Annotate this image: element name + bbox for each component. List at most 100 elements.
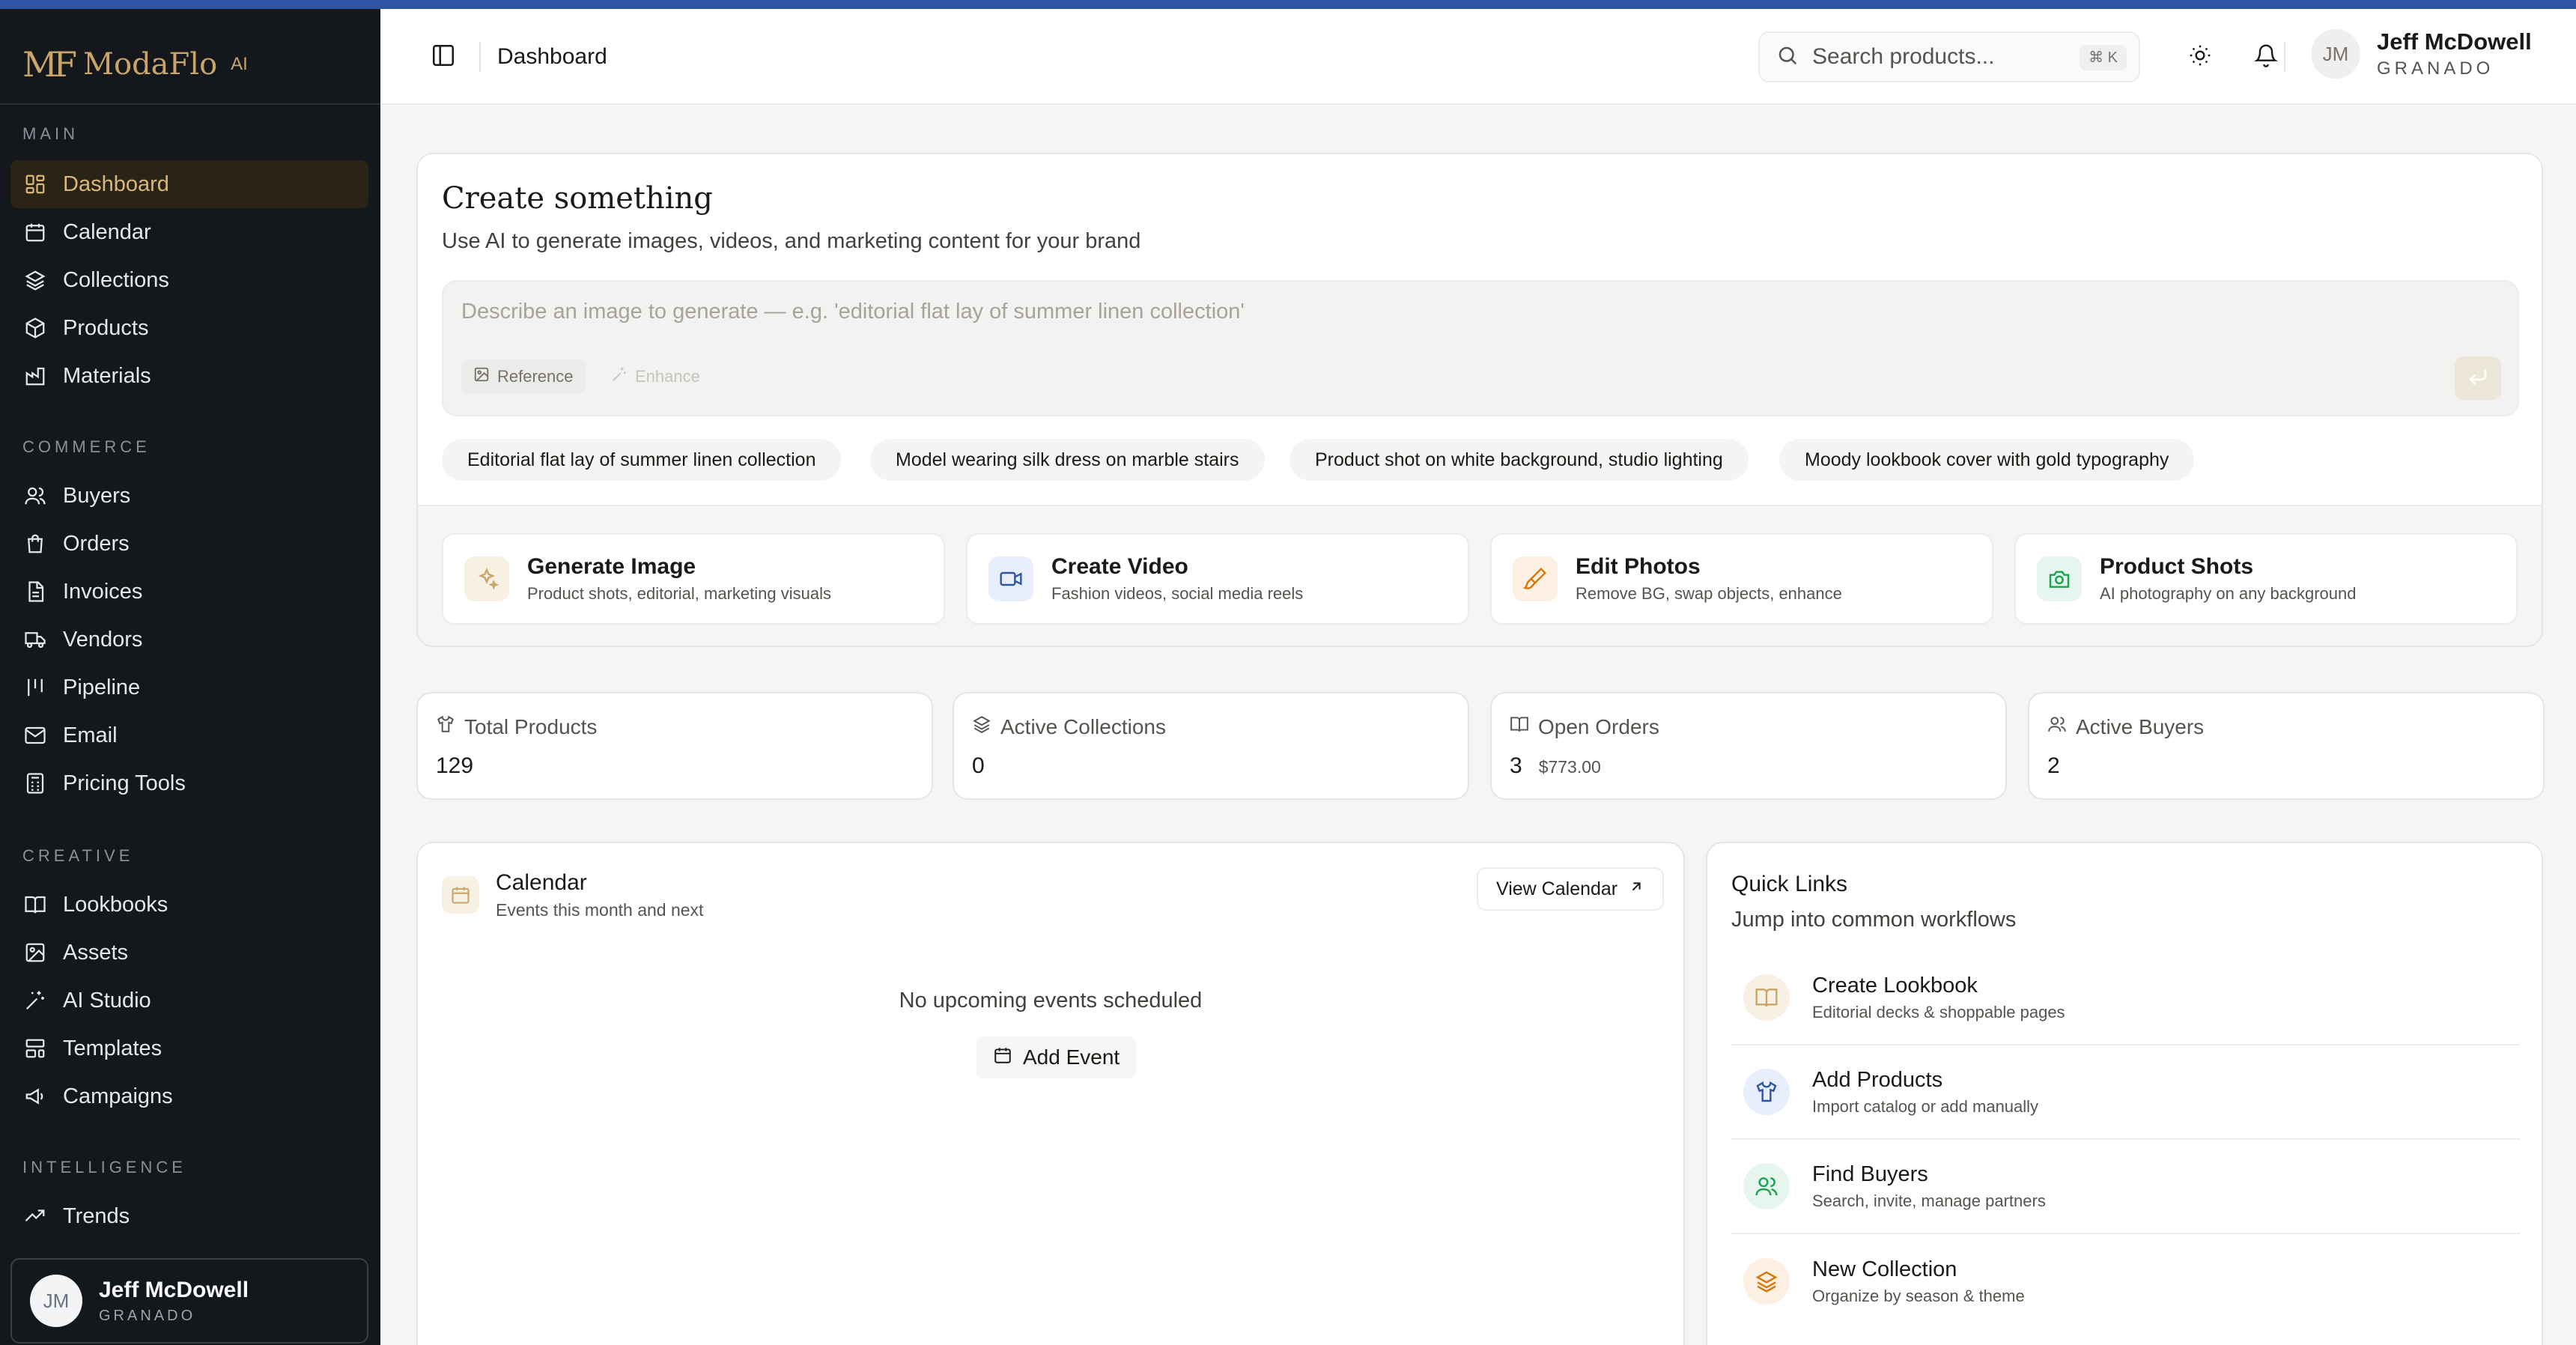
layout-template-icon (24, 1037, 46, 1060)
wand-sparkles-icon (24, 989, 46, 1012)
generate-image-tool[interactable]: Generate Image Product shots, editorial,… (442, 533, 945, 625)
sidebar-item-label: Pricing Tools (63, 771, 186, 795)
sidebar-item-materials[interactable]: Materials (10, 352, 368, 400)
quick-links-title: Quick Links (1731, 872, 1848, 896)
reference-label: Reference (497, 367, 574, 386)
header-user-menu[interactable]: JM Jeff McDowell GRANADO (2311, 28, 2532, 79)
sidebar-item-dashboard[interactable]: Dashboard (10, 160, 368, 208)
quick-link-title: Add Products (1812, 1067, 1943, 1092)
calendar-icon (442, 876, 479, 914)
quick-links-card: Quick Links Jump into common workflows C… (1706, 842, 2543, 1345)
quick-link-title: Create Lookbook (1812, 973, 1978, 998)
sidebar-toggle-button[interactable] (422, 40, 464, 73)
panel-left-icon (431, 43, 456, 72)
sidebar-item-label: Products (63, 315, 149, 340)
sidebar-item-campaigns[interactable]: Campaigns (10, 1072, 368, 1120)
user-org: GRANADO (99, 1307, 196, 1324)
book-open-icon (1743, 974, 1790, 1021)
stat-card-open-orders[interactable]: Open Orders 3 $773.00 (1490, 692, 2007, 800)
sidebar-item-label: Assets (63, 940, 129, 965)
sidebar-item-label: Email (63, 723, 118, 747)
brand-logo[interactable]: MF ModaFlo AI (22, 42, 248, 87)
view-calendar-button[interactable]: View Calendar (1477, 867, 1665, 911)
layers-icon (24, 269, 46, 291)
search-input[interactable] (1812, 44, 2067, 70)
brand-suffix: AI (231, 54, 248, 74)
sidebar-item-lookbooks[interactable]: Lookbooks (10, 881, 368, 929)
stat-card-active-collections[interactable]: Active Collections 0 (953, 692, 1469, 800)
calendar-title: Calendar (496, 870, 587, 895)
kanban-icon (24, 676, 46, 699)
stat-card-total-products[interactable]: Total Products 129 (416, 692, 933, 800)
quick-link-description: Search, invite, manage partners (1812, 1191, 2046, 1210)
sidebar-item-orders[interactable]: Orders (10, 520, 368, 568)
calendar-card: Calendar Events this month and next View… (416, 842, 1685, 1345)
product-shots-tool[interactable]: Product Shots AI photography on any back… (2014, 533, 2518, 625)
user-name: Jeff McDowell (99, 1277, 249, 1302)
breadcrumb: Dashboard (497, 44, 607, 69)
sidebar-item-label: Dashboard (63, 171, 169, 196)
quick-link-find-buyers[interactable]: Find Buyers Search, invite, manage partn… (1731, 1140, 2521, 1234)
calendar-icon (993, 1045, 1012, 1070)
sidebar-item-collections[interactable]: Collections (10, 256, 368, 304)
shopping-bag-icon (24, 532, 46, 555)
reference-button[interactable]: Reference (461, 359, 586, 394)
video-icon (988, 556, 1033, 601)
prompt-input[interactable]: Describe an image to generate — e.g. 'ed… (442, 280, 2519, 416)
theme-toggle-button[interactable] (2182, 39, 2218, 75)
sidebar-item-templates[interactable]: Templates (10, 1024, 368, 1072)
sidebar-item-label: Buyers (63, 483, 131, 508)
sidebar-item-buyers[interactable]: Buyers (10, 472, 368, 520)
camera-icon (2037, 556, 2082, 601)
quick-link-add-products[interactable]: Add Products Import catalog or add manua… (1731, 1045, 2521, 1140)
suggestion-chip[interactable]: Editorial flat lay of summer linen colle… (442, 439, 842, 481)
submit-prompt-button[interactable] (2455, 356, 2501, 400)
enhance-button[interactable]: Enhance (599, 359, 712, 394)
section-label-creative: CREATIVE (22, 846, 134, 865)
sidebar-item-products[interactable]: Products (10, 304, 368, 352)
stat-value: 3 (1510, 753, 1522, 778)
sidebar-item-assets[interactable]: Assets (10, 929, 368, 977)
layers-icon (972, 714, 991, 739)
notifications-button[interactable] (2248, 39, 2284, 75)
quick-link-create-lookbook[interactable]: Create Lookbook Editorial decks & shoppa… (1731, 951, 2521, 1045)
sidebar-item-pipeline[interactable]: Pipeline (10, 664, 368, 711)
calendar-subtitle: Events this month and next (496, 900, 704, 920)
shirt-icon (436, 714, 455, 739)
sidebar-item-label: Orders (63, 531, 130, 556)
search-bar[interactable]: ⌘ K (1758, 31, 2140, 82)
quick-link-title: New Collection (1812, 1257, 1957, 1281)
quick-link-new-collection[interactable]: New Collection Organize by season & them… (1731, 1234, 2521, 1329)
bell-icon (2254, 43, 2278, 71)
view-calendar-label: View Calendar (1496, 878, 1618, 899)
suggestion-chip[interactable]: Model wearing silk dress on marble stair… (870, 439, 1265, 481)
suggestion-chip[interactable]: Moody lookbook cover with gold typograph… (1779, 439, 2195, 481)
image-icon (24, 941, 46, 964)
stat-card-active-buyers[interactable]: Active Buyers 2 (2028, 692, 2545, 800)
prompt-placeholder: Describe an image to generate — e.g. 'ed… (461, 300, 1245, 324)
tool-title: Edit Photos (1576, 554, 1701, 579)
sidebar-item-vendors[interactable]: Vendors (10, 616, 368, 664)
suggestion-chip[interactable]: Product shot on white background, studio… (1289, 439, 1749, 481)
sidebar-item-calendar[interactable]: Calendar (10, 208, 368, 256)
add-event-button[interactable]: Add Event (976, 1036, 1137, 1078)
sidebar-item-trends[interactable]: Trends (10, 1192, 368, 1240)
sidebar-item-ai-studio[interactable]: AI Studio (10, 977, 368, 1024)
sidebar-user-card[interactable]: JM Jeff McDowell GRANADO (10, 1258, 368, 1344)
book-open-icon (24, 893, 46, 916)
megaphone-icon (24, 1085, 46, 1108)
edit-photos-tool[interactable]: Edit Photos Remove BG, swap objects, enh… (1490, 533, 1993, 625)
sidebar-item-label: Pipeline (63, 675, 141, 699)
sidebar-item-pricing-tools[interactable]: Pricing Tools (10, 759, 368, 807)
sidebar-item-email[interactable]: Email (10, 711, 368, 759)
quick-link-description: Editorial decks & shoppable pages (1812, 1002, 2065, 1021)
create-video-tool[interactable]: Create Video Fashion videos, social medi… (966, 533, 1469, 625)
stat-value: 0 (972, 753, 985, 778)
brand-mark: MF (22, 44, 77, 85)
avatar: JM (2311, 29, 2360, 79)
sidebar-item-invoices[interactable]: Invoices (10, 568, 368, 616)
book-open-icon (1510, 714, 1529, 739)
grid-icon (24, 173, 46, 195)
corner-down-left-icon (2467, 365, 2489, 392)
sidebar-item-label: Materials (63, 363, 151, 388)
